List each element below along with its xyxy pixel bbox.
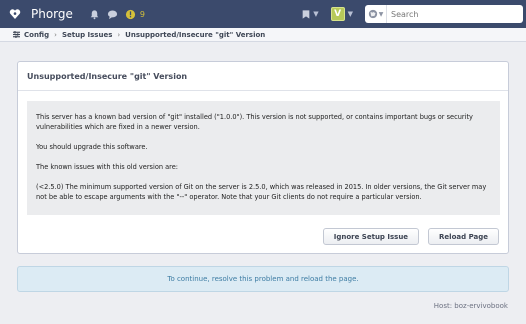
top-navigation-bar: Phorge 9 ▼ V ▼ ▼ Search [0, 0, 526, 28]
bell-icon[interactable] [89, 9, 100, 20]
right-tools: ▼ V ▼ ▼ [301, 0, 526, 28]
avatar: V [330, 7, 345, 21]
notification-area: 9 [89, 9, 145, 20]
flag-icon [302, 9, 310, 19]
flag-menu-button[interactable]: ▼ [301, 9, 319, 20]
app-name: Phorge [31, 7, 73, 21]
chat-icon[interactable] [107, 9, 118, 20]
issue-description: This server has a known bad version of "… [27, 101, 500, 215]
breadcrumb-config[interactable]: Config [24, 31, 49, 39]
breadcrumb: Config › Setup Issues › Unsupported/Inse… [0, 28, 526, 42]
phorge-logo-icon [9, 9, 21, 19]
globe-icon [368, 9, 377, 19]
chevron-down-icon: ▼ [313, 10, 319, 18]
reload-page-button[interactable]: Reload Page [428, 228, 499, 245]
chevron-down-icon: ▼ [347, 10, 353, 18]
issue-paragraph: The known issues with this old version a… [36, 163, 179, 171]
breadcrumb-current: Unsupported/Insecure "git" Version [125, 30, 266, 39]
setup-issue-panel: Unsupported/Insecure "git" Version This … [17, 61, 509, 254]
search-scope-button[interactable]: ▼ [365, 5, 387, 23]
user-menu-button[interactable]: V ▼ [330, 7, 353, 21]
chevron-down-icon: ▼ [378, 10, 384, 18]
ignore-setup-issue-button[interactable]: Ignore Setup Issue [322, 228, 420, 245]
gear-icon [13, 31, 20, 38]
panel-title: Unsupported/Insecure "git" Version [18, 62, 508, 91]
search-box: ▼ [365, 5, 523, 23]
setup-issues-icon[interactable] [125, 9, 136, 20]
continue-notice: To continue, resolve this problem and re… [17, 266, 509, 292]
notification-count: 9 [139, 9, 145, 19]
panel-actions: Ignore Setup Issue Reload Page [18, 220, 508, 253]
chevron-right-icon: › [54, 30, 57, 39]
chevron-right-icon: › [117, 30, 121, 39]
breadcrumb-setup-issues[interactable]: Setup Issues [62, 31, 112, 39]
host-label: Host: boz-ervivobook [433, 302, 508, 310]
home-link[interactable]: Phorge [0, 0, 73, 28]
issue-paragraph: This server has a known bad version of "… [36, 113, 473, 131]
issue-paragraph: (<2.5.0) The minimum supported version o… [36, 183, 487, 201]
search-input[interactable] [387, 6, 517, 22]
issue-paragraph: You should upgrade this software. [36, 143, 148, 151]
